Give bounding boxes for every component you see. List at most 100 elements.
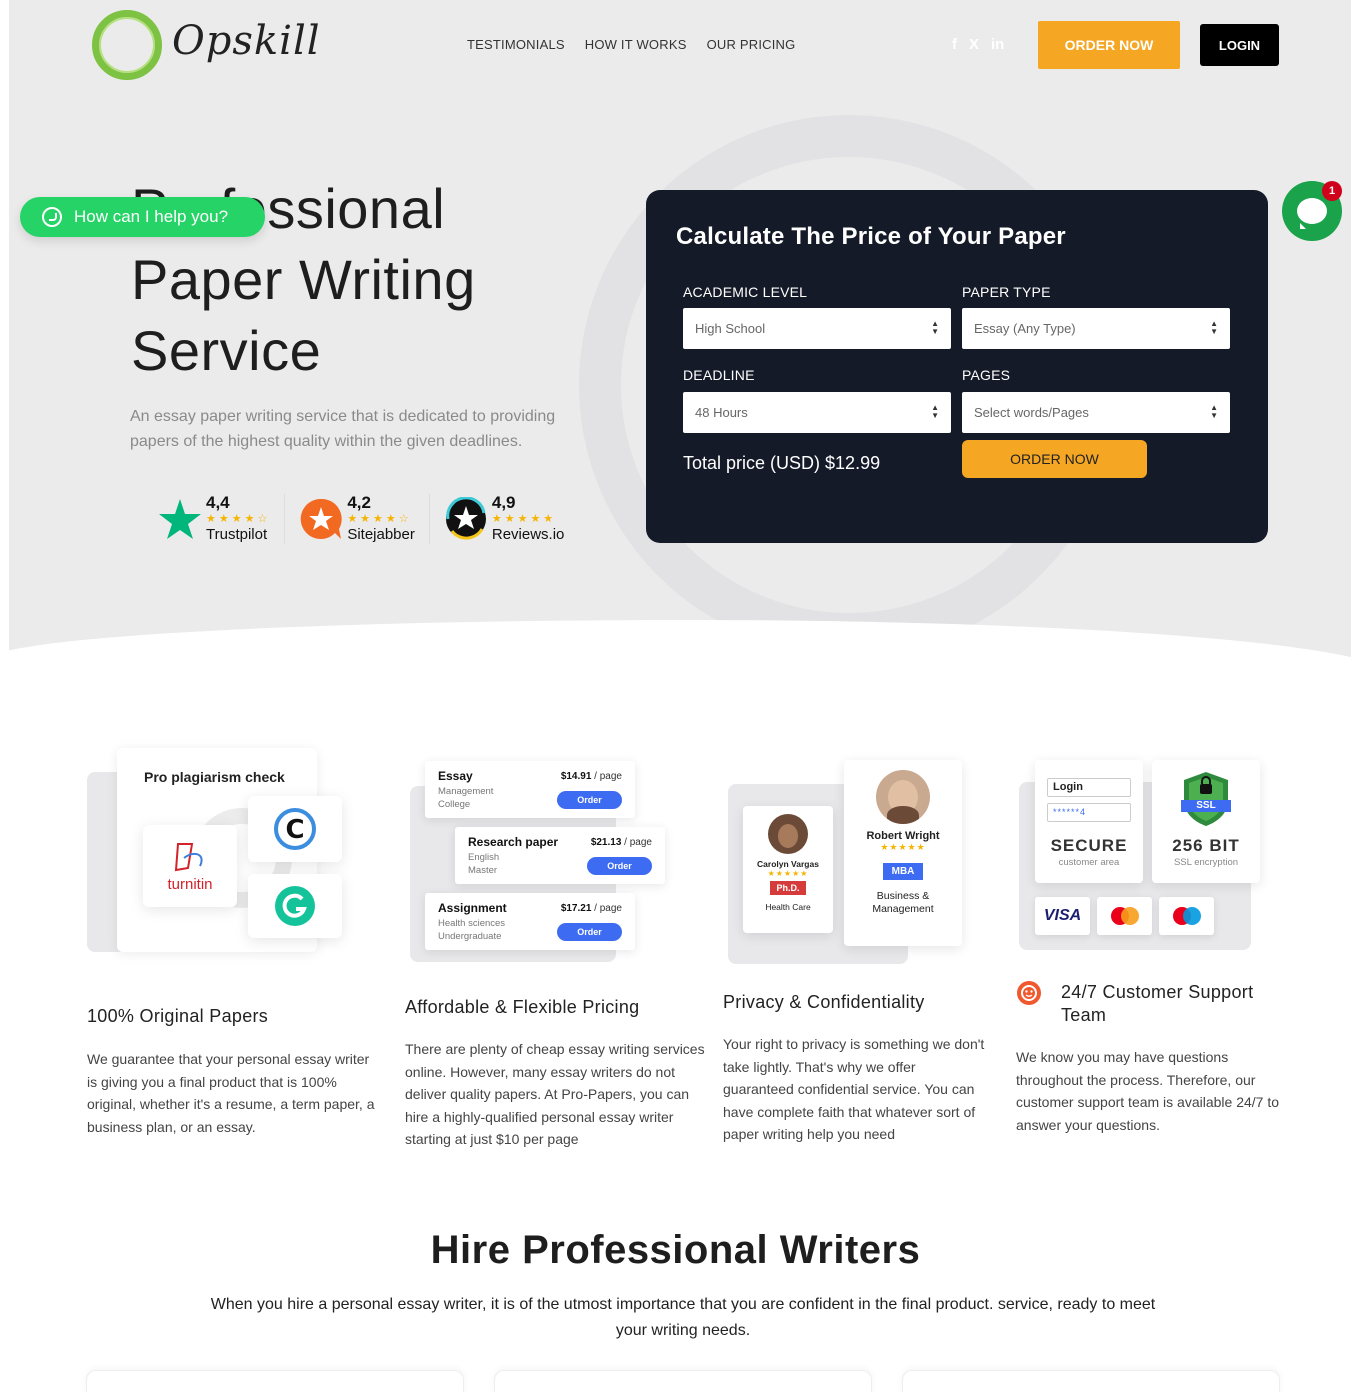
turnitin-icon <box>174 842 203 871</box>
feature-title-original: 100% Original Papers <box>87 1006 269 1026</box>
twitter-x-icon[interactable]: X <box>969 36 979 53</box>
academic-level-select[interactable]: High School ▲ ▼ <box>683 308 951 349</box>
header-order-button[interactable]: ORDER NOW <box>1038 21 1180 69</box>
ssl-card: SSL 256 BIT SSL encryption <box>1152 760 1260 883</box>
plagiarism-card-title: Pro plagiarism check <box>144 769 285 785</box>
rating-reviews-io[interactable]: 4,9 ★★★★★ Reviews.io <box>444 494 579 544</box>
hire-title: Hire Professional Writers <box>430 1228 921 1272</box>
chat-notification-badge: 1 <box>1322 181 1342 201</box>
price-unit: / page <box>591 771 622 782</box>
visa-card-icon: VISA <box>1035 897 1090 935</box>
price-row: Essay Management College $14.91 / page Or… <box>425 761 635 818</box>
writer-card: Robert Wright ★★★★★ MBA Business & Manage… <box>844 760 962 946</box>
hero-wave <box>9 620 1351 680</box>
rating-trustpilot[interactable]: 4,4 ★★★★☆ Trustpilot <box>158 494 286 544</box>
turnitin-box: turnitin <box>143 825 237 907</box>
writer-stars: ★★★★★ <box>767 869 809 878</box>
rating-source: Trustpilot <box>206 526 268 543</box>
pages-select[interactable]: Select words/Pages ▲ ▼ <box>962 392 1230 433</box>
price-row-sub: English Master <box>468 852 499 877</box>
support-agent-icon <box>1016 980 1042 1006</box>
writer-stars: ★★★★★ <box>880 842 926 852</box>
svg-text:C: C <box>285 815 304 845</box>
nav-our-pricing[interactable]: OUR PRICING <box>707 37 796 52</box>
paper-type-label: PAPER TYPE <box>962 284 1051 300</box>
writer-name: Robert Wright <box>866 830 940 842</box>
writer-avatar <box>876 770 930 824</box>
price-row-sub1: Management <box>438 786 494 797</box>
paper-type-select[interactable]: Essay (Any Type) ▲ ▼ <box>962 308 1230 349</box>
price-row-price: $21.13 / page <box>591 837 652 848</box>
writer-field: Business & Management <box>844 890 962 916</box>
price-row-order-button[interactable]: Order <box>557 923 622 941</box>
price-row-price: $14.91 / page <box>561 771 622 782</box>
paper-type-value: Essay (Any Type) <box>974 321 1076 336</box>
nav-how-it-works[interactable]: HOW IT WORKS <box>585 37 687 52</box>
price-value: $17.21 <box>560 903 592 914</box>
whatsapp-help-button[interactable]: How can I help you? <box>20 197 265 237</box>
price-row-order-button[interactable]: Order <box>587 857 652 875</box>
academic-level-value: High School <box>695 321 766 336</box>
price-row-price: $17.21 / page <box>561 903 622 914</box>
pages-label: PAGES <box>962 367 1011 383</box>
turnitin-label: turnitin <box>167 875 213 893</box>
price-row-sub2: Undergraduate <box>438 930 502 942</box>
logo-text: Opskill <box>172 18 321 64</box>
total-price: Total price (USD) $12.99 <box>683 453 881 473</box>
writer-degree-badge: MBA <box>882 863 924 880</box>
secure-subtitle: customer area <box>1058 857 1120 868</box>
pages-value: Select words/Pages <box>974 405 1089 420</box>
feature-title-support-line2: Team <box>1061 1005 1107 1025</box>
facebook-icon[interactable]: f <box>952 36 957 53</box>
grammarly-icon <box>275 886 315 926</box>
whatsapp-icon <box>42 207 62 227</box>
maestro-icon <box>1159 897 1214 935</box>
deadline-select[interactable]: 48 Hours ▲ ▼ <box>683 392 951 433</box>
logo[interactable]: Opskill <box>92 10 321 80</box>
reviews-io-icon <box>444 497 488 541</box>
logo-ring-icon <box>92 10 162 80</box>
select-arrows-icon: ▲ ▼ <box>931 403 939 420</box>
feature-title-privacy: Privacy & Confidentiality <box>723 992 925 1012</box>
nav-testimonials[interactable]: TESTIMONIALS <box>467 37 565 52</box>
ssl-bit-title: 256 BIT <box>1172 836 1240 855</box>
copyleaks-box: C <box>248 796 342 862</box>
rating-sitejabber[interactable]: 4,2 ★★★★☆ Sitejabber <box>299 494 430 544</box>
writer-card-bottom <box>494 1370 872 1392</box>
rating-stars: ★★★★★ <box>491 513 557 525</box>
hero-title-line2: Paper Writing <box>131 248 476 311</box>
rating-stars: ★★★★☆ <box>206 513 271 525</box>
feature-text-original: We guarantee that your personal essay wr… <box>87 1051 375 1135</box>
social-links: f X in <box>952 36 1004 53</box>
hero-subtitle: An essay paper writing service that is d… <box>130 408 556 450</box>
writer-name: Carolyn Vargas <box>757 859 819 869</box>
feature-title-pricing: Affordable & Flexible Pricing <box>405 997 640 1017</box>
copyright-c-icon: C <box>274 808 316 850</box>
price-row-sub2: College <box>438 798 471 810</box>
password-field-mock: ******4 <box>1047 803 1131 822</box>
select-arrows-icon: ▲ ▼ <box>1210 319 1218 336</box>
ssl-bit-subtitle: SSL encryption <box>1173 857 1239 868</box>
ssl-badge-text: SSL <box>1196 800 1216 811</box>
select-arrows-icon: ▲ ▼ <box>1210 403 1218 420</box>
writer-field-line2: Management <box>872 903 934 915</box>
calculator-order-button[interactable]: ORDER NOW <box>962 440 1147 478</box>
rating-score: 4,2 <box>347 493 371 512</box>
price-row-name: Research paper <box>468 835 559 849</box>
login-button[interactable]: LOGIN <box>1200 24 1279 66</box>
price-row-sub1: Health sciences <box>438 918 506 929</box>
calculator-title: Calculate The Price of Your Paper <box>676 223 1066 250</box>
price-calculator: Calculate The Price of Your Paper ACADEM… <box>646 190 1268 543</box>
linkedin-icon[interactable]: in <box>991 36 1004 53</box>
rating-source: Reviews.io <box>491 526 565 543</box>
price-row-sub: Health sciences Undergraduate <box>438 918 505 943</box>
hire-text: When you hire a personal essay writer, i… <box>210 1296 1156 1339</box>
price-row-order-button[interactable]: Order <box>557 791 622 809</box>
writer-avatar <box>768 814 808 854</box>
price-row: Assignment Health sciences Undergraduate … <box>425 893 635 950</box>
price-row-sub: Management College <box>438 786 493 811</box>
feature-text-pricing: There are plenty of cheap essay writing … <box>405 1041 705 1147</box>
price-value: $14.91 <box>560 771 592 782</box>
mastercard-icon <box>1097 897 1152 935</box>
feature-text-privacy: Your right to privacy is something we do… <box>723 1036 985 1142</box>
